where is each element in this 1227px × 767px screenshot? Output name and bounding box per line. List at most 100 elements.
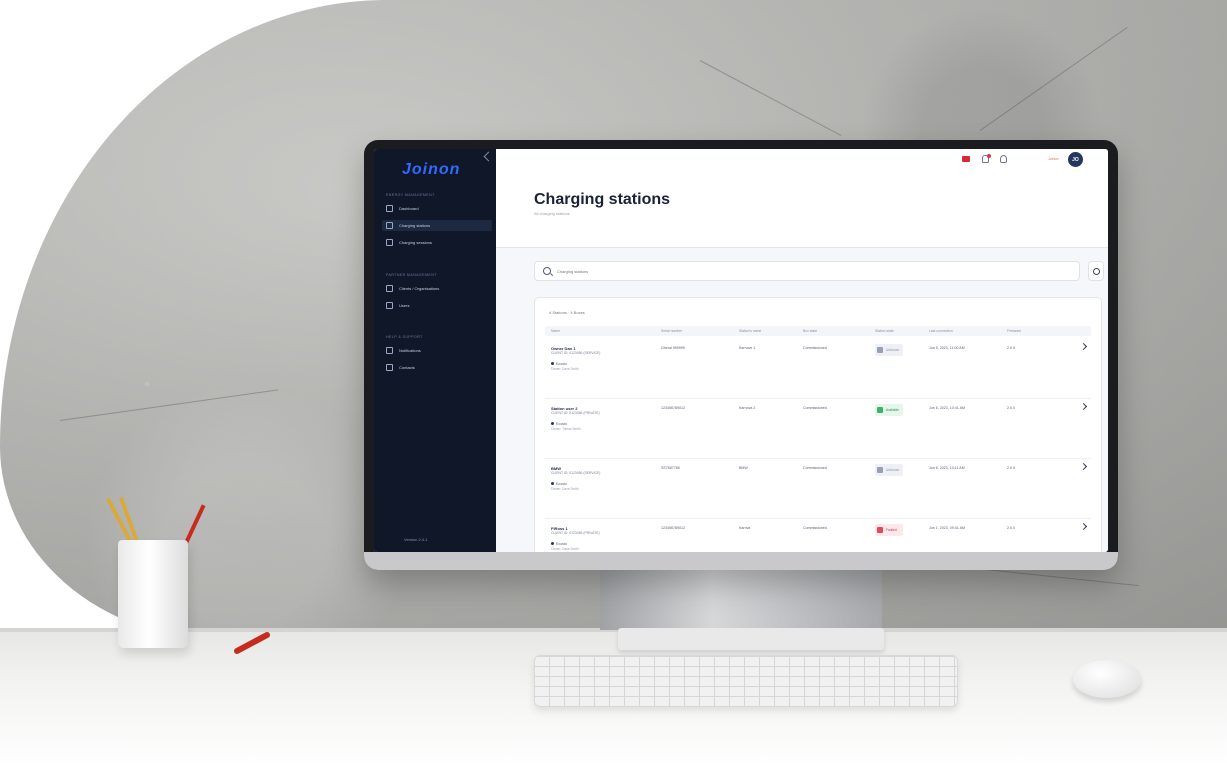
monitor-icon <box>386 205 393 212</box>
section-title-help: HELP & SUPPORT <box>386 335 423 339</box>
sidebar-item-contacts[interactable]: Contacts <box>382 362 492 373</box>
firmware: 2.0.0 <box>1007 346 1015 350</box>
user-name[interactable]: Joinon <box>1048 157 1059 161</box>
sidebar-item-label: Users <box>399 303 410 308</box>
table-row[interactable]: FiRoss 1 CLIENT ID: 0123456 (PRIVATE) Ec… <box>545 520 1091 552</box>
pen-cup <box>118 540 188 648</box>
keyboard <box>534 655 958 707</box>
search-bar[interactable] <box>534 261 1080 281</box>
language-flag-icon[interactable] <box>962 156 970 162</box>
brand: Ecosto <box>551 422 567 426</box>
sidebar-item-users[interactable]: Users <box>382 300 492 311</box>
avatar[interactable]: JO <box>1068 152 1083 167</box>
column-header[interactable]: Name <box>551 329 560 333</box>
status-badge: Unknown <box>875 464 903 476</box>
status-badge: Faulted <box>875 524 903 536</box>
sidebar-item-dashboard[interactable]: Dashboard <box>382 203 492 214</box>
sidebar-item-charging-stations[interactable]: Charging stations <box>382 220 492 231</box>
last-connection: Jun 1, 2023, 09:41 AM <box>929 526 965 530</box>
screen: Joinon ENERGY MANAGEMENT Dashboard Charg… <box>374 149 1108 552</box>
table-row[interactable]: Station user 2 CLIENT ID: 0123456 (PRIVA… <box>545 400 1091 459</box>
bell-icon <box>386 347 393 354</box>
firmware: 2.0.0 <box>1007 526 1015 530</box>
status-icon <box>877 527 883 533</box>
sidebar-item-notifications[interactable]: Notifications <box>382 345 492 356</box>
wall-crack <box>979 26 1128 131</box>
wall-crack <box>699 60 842 137</box>
stations-table-card: 4 Stations · 4 Boxes Name Serial number … <box>534 297 1102 552</box>
sidebar-item-charging-sessions[interactable]: Charging sessions <box>382 237 492 248</box>
chevron-right-icon[interactable] <box>1079 462 1088 471</box>
monitor-chin <box>364 552 1118 570</box>
gear-icon <box>1092 267 1100 275</box>
column-header[interactable]: Firmware <box>1007 329 1021 333</box>
station-name-cell: Karnva <box>739 526 751 530</box>
version-label: Version 2.4.1 <box>404 537 428 542</box>
last-connection: Jun 5, 2023, 11:00 AM <box>929 346 965 350</box>
owner: Owner: Dave Smith <box>551 547 579 551</box>
owner: Owner: Dave Smith <box>551 487 579 491</box>
joinon-logo[interactable]: Joinon <box>402 161 460 179</box>
user-icon[interactable] <box>1000 155 1007 163</box>
column-header[interactable]: Last connection <box>929 329 953 333</box>
status-icon <box>877 347 883 353</box>
status-badge: Available <box>875 404 903 416</box>
page-title: Charging stations <box>534 191 671 208</box>
sidebar-item-label: Dashboard <box>399 206 419 211</box>
status-badge: Unknown <box>875 344 903 356</box>
box-state: Commissioned <box>803 406 827 410</box>
box-state: Commissioned <box>803 526 827 530</box>
page-header: Charging stations All charging stations <box>496 171 1108 248</box>
sidebar: Joinon ENERGY MANAGEMENT Dashboard Charg… <box>374 149 496 552</box>
section-title-energy: ENERGY MANAGEMENT <box>386 193 435 197</box>
users-icon <box>386 302 393 309</box>
owner: Owner: Dave Smith <box>551 367 579 371</box>
section-title-partner: PARTNER MANAGEMENT <box>386 273 437 277</box>
chevron-right-icon[interactable] <box>1079 522 1088 531</box>
table-row[interactable]: BMW CLIENT ID: 0123456 (SERVICE) Ecosto … <box>545 460 1091 519</box>
monitor-base <box>618 628 884 650</box>
column-header[interactable]: Box state <box>803 329 817 333</box>
topbar: Joinon JO <box>496 149 1108 171</box>
search-icon <box>543 267 551 275</box>
chevron-right-icon[interactable] <box>1079 402 1088 411</box>
scene-background: Joinon ENERGY MANAGEMENT Dashboard Charg… <box>0 0 1227 767</box>
chevron-right-icon[interactable] <box>1079 342 1088 351</box>
column-header[interactable]: Serial number <box>661 329 682 333</box>
search-input[interactable] <box>557 266 857 277</box>
wall-crack <box>59 389 278 421</box>
brand: Ecosto <box>551 542 567 546</box>
sidebar-item-label: Clients / Organisations <box>399 286 440 291</box>
client-id: CLIENT ID: 0123456 (SERVICE) <box>551 471 601 475</box>
plug-icon <box>386 239 393 246</box>
page-subtitle: All charging stations <box>534 211 570 216</box>
client-id: CLIENT ID: 0123456 (PRIVATE) <box>551 411 600 415</box>
building-icon <box>386 285 393 292</box>
monitor: Joinon ENERGY MANAGEMENT Dashboard Charg… <box>364 140 1118 570</box>
client-id: CLIENT ID: 0123456 (PRIVATE) <box>551 531 600 535</box>
sidebar-item-label: Charging stations <box>399 223 431 228</box>
last-connection: Jun 6, 2023, 10:41 AM <box>929 406 965 410</box>
box-state: Commissioned <box>803 346 827 350</box>
serial-number: 123456789012 <box>661 406 685 410</box>
column-header[interactable]: Station state <box>875 329 894 333</box>
station-name-cell: BMW <box>739 466 748 470</box>
filter-settings-button[interactable] <box>1088 261 1104 281</box>
sidebar-item-clients[interactable]: Clients / Organisations <box>382 283 492 294</box>
box-state: Commissioned <box>803 466 827 470</box>
status-icon <box>877 467 883 473</box>
collapse-sidebar-icon[interactable] <box>483 151 494 162</box>
firmware: 2.0.0 <box>1007 466 1015 470</box>
notification-badge <box>987 154 991 158</box>
brand: Ecosto <box>551 362 567 366</box>
table-header: Name Serial number Station's name Box st… <box>545 326 1091 336</box>
sidebar-item-label: Notifications <box>399 348 421 353</box>
column-header[interactable]: Station's name <box>739 329 761 333</box>
owner: Owner: Tomas Smith <box>551 427 581 431</box>
station-name-cell: Karnova 2 <box>739 406 756 410</box>
table-row[interactable]: Owner Dan 1 CLIENT ID: 0123456 (SERVICE)… <box>545 340 1091 399</box>
firmware: 2.0.0 <box>1007 406 1015 410</box>
contacts-icon <box>386 364 393 371</box>
table-count: 4 Stations · 4 Boxes <box>549 310 585 315</box>
charging-station-icon <box>386 222 393 229</box>
